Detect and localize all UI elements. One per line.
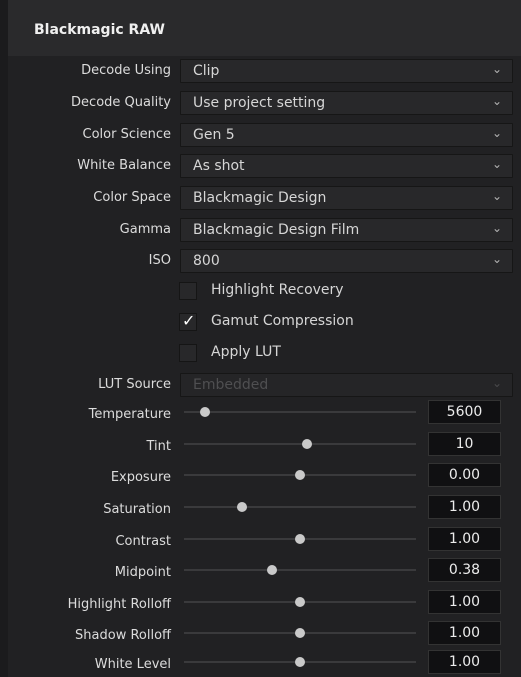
saturation-value-field[interactable]: 1.00 [428, 495, 501, 519]
chevron-down-icon: ⌄ [491, 221, 502, 235]
chevron-down-icon: ⌄ [491, 376, 502, 390]
exposure-label: Exposure [110, 470, 171, 485]
lut-source-select: Embedded ⌄ [180, 373, 513, 397]
gamut-compression-label: Gamut Compression [211, 313, 354, 329]
white-balance-label: White Balance [77, 158, 171, 173]
lut-source-value: Embedded [193, 377, 269, 393]
decode-quality-select[interactable]: Use project setting ⌄ [180, 91, 513, 115]
shadow-rolloff-value-field[interactable]: 1.00 [428, 621, 501, 645]
white-balance-select[interactable]: As shot ⌄ [180, 154, 513, 178]
gamma-value: Blackmagic Design Film [193, 222, 360, 238]
chevron-down-icon: ⌄ [491, 189, 502, 203]
white-balance-value: As shot [193, 158, 245, 174]
shadow-rolloff-label: Shadow Rolloff [75, 628, 171, 643]
slider-track [184, 443, 416, 445]
contrast-label: Contrast [115, 534, 171, 549]
slider-thumb[interactable] [295, 657, 305, 667]
slider-thumb[interactable] [295, 470, 305, 480]
temperature-label: Temperature [88, 407, 171, 422]
highlight-rolloff-label: Highlight Rolloff [67, 597, 171, 612]
panel-body [8, 56, 521, 677]
slider-thumb[interactable] [267, 565, 278, 575]
chevron-down-icon: ⌄ [491, 252, 502, 266]
saturation-slider[interactable] [184, 499, 416, 515]
highlight-recovery-checkbox[interactable] [179, 282, 197, 300]
color-space-select[interactable]: Blackmagic Design ⌄ [180, 186, 513, 210]
apply-lut-label: Apply LUT [211, 344, 281, 360]
decode-using-value: Clip [193, 63, 220, 79]
shadow-rolloff-slider[interactable] [184, 625, 416, 641]
contrast-slider[interactable] [184, 531, 416, 547]
decode-using-label: Decode Using [81, 63, 171, 78]
white-level-value-field[interactable]: 1.00 [428, 650, 501, 674]
color-science-value: Gen 5 [193, 127, 235, 143]
exposure-value-field[interactable]: 0.00 [428, 463, 501, 487]
decode-quality-value: Use project setting [193, 95, 326, 111]
slider-track [184, 569, 416, 571]
tint-slider[interactable] [184, 436, 416, 452]
color-space-value: Blackmagic Design [193, 190, 327, 206]
midpoint-value-field[interactable]: 0.38 [428, 558, 501, 582]
slider-thumb[interactable] [237, 502, 247, 512]
temperature-slider[interactable] [184, 404, 416, 420]
panel-header: Blackmagic RAW [8, 0, 521, 57]
apply-lut-checkbox[interactable] [179, 344, 197, 362]
iso-select[interactable]: 800 ⌄ [180, 249, 513, 273]
color-science-label: Color Science [82, 127, 171, 142]
decode-using-select[interactable]: Clip ⌄ [180, 59, 513, 83]
chevron-down-icon: ⌄ [491, 62, 502, 76]
tint-label: Tint [146, 439, 172, 454]
gamma-label: Gamma [119, 222, 171, 237]
slider-thumb[interactable] [295, 534, 305, 544]
midpoint-slider[interactable] [184, 562, 416, 578]
highlight-recovery-label: Highlight Recovery [211, 282, 344, 298]
midpoint-label: Midpoint [114, 565, 171, 580]
panel-title: Blackmagic RAW [34, 22, 165, 38]
white-level-slider[interactable] [184, 654, 416, 670]
color-space-label: Color Space [93, 190, 171, 205]
lut-source-label: LUT Source [98, 377, 171, 392]
slider-thumb[interactable] [199, 407, 210, 417]
gamut-compression-checkbox[interactable]: ✓ [179, 311, 197, 331]
slider-thumb[interactable] [295, 628, 305, 638]
temperature-value-field[interactable]: 5600 [428, 400, 501, 424]
slider-track [184, 506, 416, 508]
color-science-select[interactable]: Gen 5 ⌄ [180, 123, 513, 147]
chevron-down-icon: ⌄ [491, 157, 502, 171]
chevron-down-icon: ⌄ [491, 94, 502, 108]
exposure-slider[interactable] [184, 467, 416, 483]
gamma-select[interactable]: Blackmagic Design Film ⌄ [180, 218, 513, 242]
highlight-rolloff-value-field[interactable]: 1.00 [428, 590, 501, 614]
slider-thumb[interactable] [301, 439, 312, 449]
tint-value-field[interactable]: 10 [428, 432, 501, 456]
iso-label: ISO [148, 253, 171, 268]
white-level-label: White Level [94, 657, 171, 672]
highlight-rolloff-slider[interactable] [184, 594, 416, 610]
iso-value: 800 [193, 253, 220, 269]
decode-quality-label: Decode Quality [71, 95, 171, 110]
checkmark-icon: ✓ [182, 311, 196, 330]
slider-track [184, 411, 416, 413]
chevron-down-icon: ⌄ [491, 126, 502, 140]
saturation-label: Saturation [103, 502, 171, 517]
blackmagic-raw-panel: Blackmagic RAW Decode Using Clip ⌄ Decod… [0, 0, 521, 677]
slider-thumb[interactable] [295, 597, 305, 607]
contrast-value-field[interactable]: 1.00 [428, 527, 501, 551]
